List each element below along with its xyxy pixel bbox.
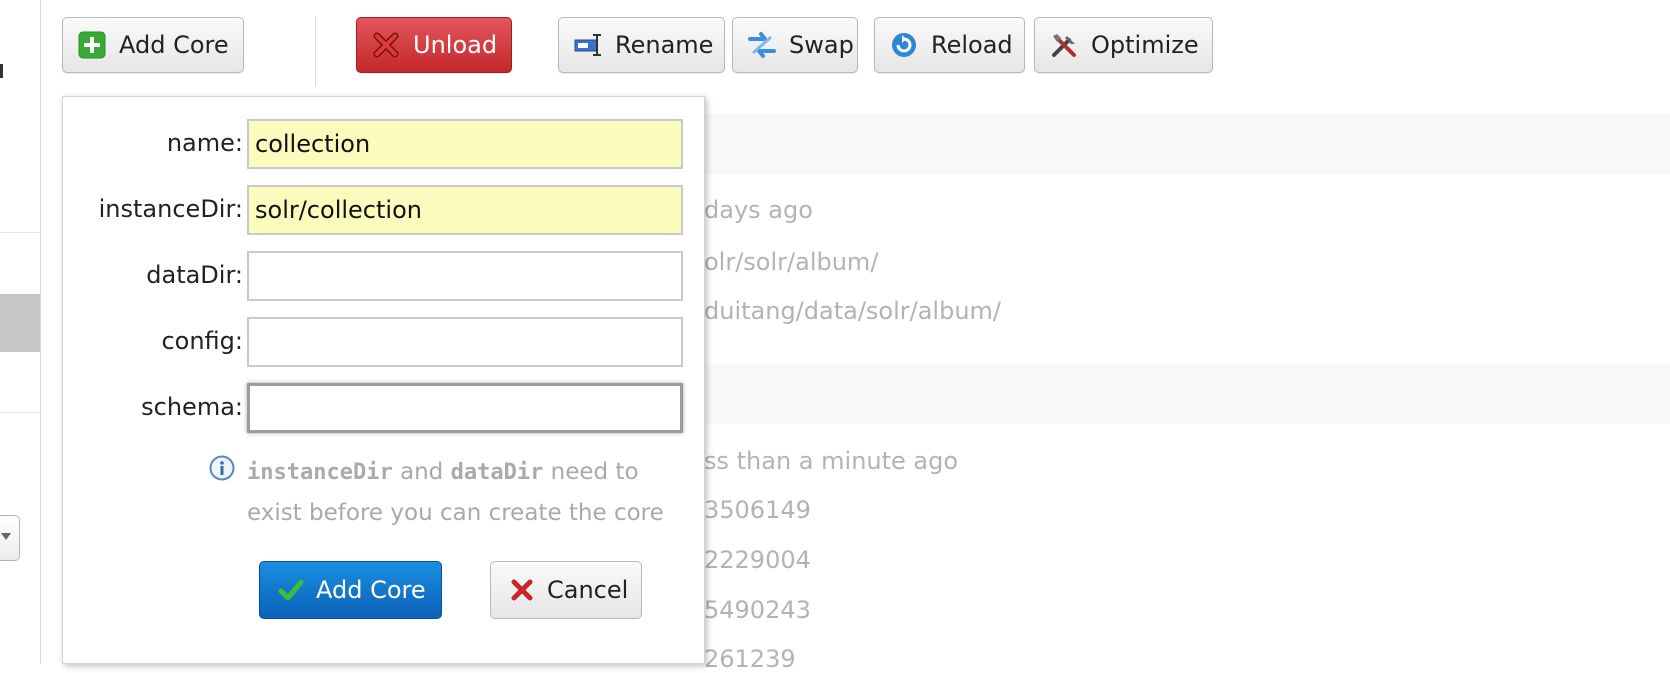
checkmark-icon (278, 577, 304, 603)
info-value: duitang/data/solr/album/ (704, 297, 1001, 325)
swap-icon (747, 30, 777, 60)
unload-label: Unload (413, 31, 498, 59)
hint-text-and: and (400, 459, 444, 485)
config-label: config: (161, 327, 243, 355)
optimize-button[interactable]: Optimize (1034, 17, 1213, 73)
info-value: olr/solr/album/ (704, 248, 879, 276)
config-row: config: (63, 317, 706, 367)
instance-dir-label: instanceDir: (98, 195, 243, 223)
cancel-label: Cancel (547, 576, 629, 604)
chevron-down-icon (1, 533, 11, 540)
name-field[interactable] (247, 119, 683, 169)
info-value: 3506149 (704, 496, 811, 524)
core-selector-dropdown[interactable] (0, 515, 20, 561)
data-dir-field[interactable] (247, 251, 683, 301)
cross-icon (371, 30, 401, 60)
config-field[interactable] (247, 317, 683, 367)
submit-add-core-button[interactable]: Add Core (259, 561, 442, 619)
plus-icon (77, 30, 107, 60)
instance-dir-row: instanceDir: (63, 185, 706, 235)
info-value: 2229004 (704, 546, 811, 574)
reload-label: Reload (931, 31, 1013, 59)
name-label: name: (166, 129, 243, 157)
hint-code-datadir: dataDir (450, 460, 544, 485)
toolbar-divider (315, 16, 316, 86)
name-row: name: (63, 119, 706, 169)
left-nav (0, 0, 41, 664)
data-dir-row: dataDir: (63, 251, 706, 301)
requirement-hint: instanceDir and dataDir need to exist be… (207, 452, 697, 533)
cross-icon (509, 577, 535, 603)
unload-button[interactable]: Unload (356, 17, 512, 73)
info-row-bg (705, 364, 1670, 424)
nav-selected-item[interactable] (0, 294, 40, 352)
info-row-bg (705, 114, 1670, 174)
schema-row: schema: (63, 383, 706, 433)
instance-dir-field[interactable] (247, 185, 683, 235)
reload-button[interactable]: Reload (874, 17, 1025, 73)
swap-button[interactable]: Swap (732, 17, 858, 73)
info-value: ss than a minute ago (704, 447, 959, 475)
schema-field[interactable] (247, 383, 683, 433)
rename-icon (573, 30, 603, 60)
add-core-label: Add Core (119, 31, 229, 59)
schema-label: schema: (141, 393, 243, 421)
nav-marker (0, 64, 3, 78)
nav-divider (0, 232, 40, 233)
add-core-dialog: name: instanceDir: dataDir: config: sche… (62, 96, 705, 664)
submit-label: Add Core (316, 576, 426, 604)
hint-code-instancedir: instanceDir (247, 460, 393, 485)
optimize-label: Optimize (1091, 31, 1199, 59)
rename-button[interactable]: Rename (558, 17, 725, 73)
nav-divider (0, 412, 40, 413)
swap-label: Swap (789, 31, 854, 59)
info-value: days ago (704, 196, 813, 224)
info-value: 5490243 (704, 596, 811, 624)
cancel-button[interactable]: Cancel (490, 561, 642, 619)
rename-label: Rename (615, 31, 714, 59)
add-core-button[interactable]: Add Core (62, 17, 244, 73)
tools-icon (1049, 30, 1079, 60)
info-value: 261239 (704, 645, 796, 673)
data-dir-label: dataDir: (146, 261, 243, 289)
reload-icon (889, 30, 919, 60)
